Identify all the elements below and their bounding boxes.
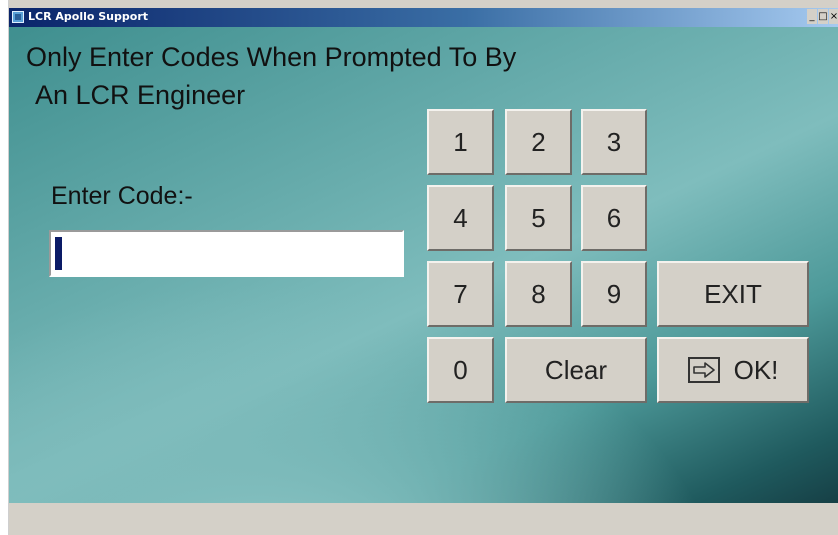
key-7-button[interactable]: 7 — [427, 261, 494, 327]
window-title: LCR Apollo Support — [28, 10, 148, 23]
application-window: LCR Apollo Support _ □ × Only Enter Code… — [8, 0, 838, 535]
ok-button[interactable]: OK! — [657, 337, 809, 403]
text-cursor — [55, 237, 62, 270]
window-controls: _ □ × — [807, 9, 838, 25]
ok-label: OK! — [733, 354, 779, 385]
arrow-right-icon — [687, 357, 720, 383]
client-area: Only Enter Codes When Prompted To By An … — [9, 27, 838, 503]
key-9-button[interactable]: 9 — [581, 261, 647, 327]
instruction-line-1: Only Enter Codes When Prompted To By — [26, 42, 517, 72]
status-bar — [9, 503, 838, 535]
close-button[interactable]: × — [829, 9, 838, 24]
code-input[interactable] — [49, 230, 404, 277]
title-bar[interactable]: LCR Apollo Support _ □ × — [9, 8, 838, 27]
key-0-button[interactable]: 0 — [427, 337, 494, 403]
enter-code-label: Enter Code:- — [51, 182, 193, 210]
key-8-button[interactable]: 8 — [505, 261, 572, 327]
key-1-button[interactable]: 1 — [427, 109, 494, 175]
exit-button[interactable]: EXIT — [657, 261, 809, 327]
maximize-button[interactable]: □ — [818, 9, 828, 24]
key-5-button[interactable]: 5 — [505, 185, 572, 251]
key-2-button[interactable]: 2 — [505, 109, 572, 175]
key-4-button[interactable]: 4 — [427, 185, 494, 251]
minimize-button[interactable]: _ — [807, 9, 817, 24]
app-icon — [12, 11, 24, 23]
key-6-button[interactable]: 6 — [581, 185, 647, 251]
instruction-line-2: An LCR Engineer — [35, 80, 246, 110]
key-3-button[interactable]: 3 — [581, 109, 647, 175]
clear-button[interactable]: Clear — [505, 337, 647, 403]
